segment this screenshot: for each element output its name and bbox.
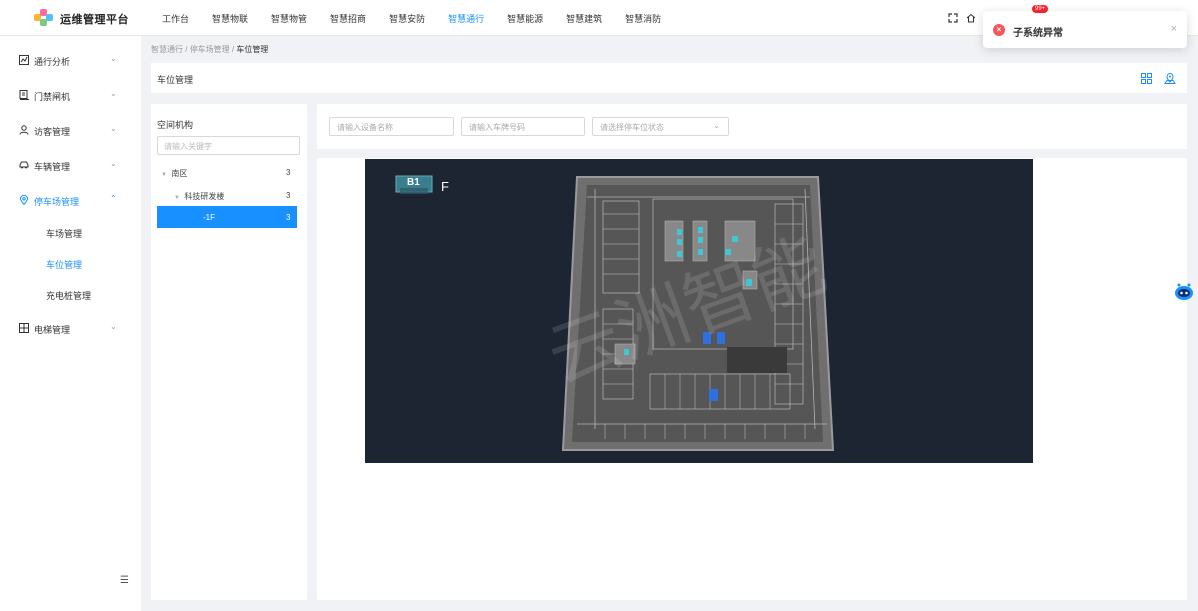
sidebar-item-visitor[interactable]: 访客管理 ⌄ [0, 121, 141, 141]
car-icon [19, 161, 29, 169]
space-tree-panel: 空间机构 请输入关键字 ▼ 南区 3 ▼ 科技研发楼 3 -1F 3 [151, 104, 307, 600]
plate-number-input[interactable]: 请输入车牌号码 [461, 117, 585, 136]
tree-node-label: -1F [203, 213, 215, 222]
nav-workbench[interactable]: 工作台 [162, 12, 189, 25]
nav-investment[interactable]: 智慧招商 [330, 12, 366, 25]
sidebar-item-parking[interactable]: 停车场管理 ⌃ [0, 191, 141, 211]
grid-view-icon[interactable] [1141, 73, 1152, 84]
breadcrumb-item[interactable]: 停车场管理 [190, 45, 230, 54]
notification-badge: 99+ [1032, 5, 1049, 13]
nav-property[interactable]: 智慧物管 [271, 12, 307, 25]
tree-node-south[interactable]: ▼ 南区 [161, 168, 187, 179]
nav-security[interactable]: 智慧安防 [389, 12, 425, 25]
tree-title: 空间机构 [157, 120, 194, 130]
chart-icon [19, 55, 29, 65]
error-toast: × 子系统异常 × [983, 11, 1187, 48]
sidebar-item-label: 门禁闸机 [34, 92, 71, 102]
breadcrumb-current: 车位管理 [236, 45, 269, 54]
tree-node-count: 3 [286, 168, 291, 177]
sidebar-item-label: 通行分析 [34, 57, 71, 67]
sidebar-item-label: 车辆管理 [34, 162, 71, 172]
sidebar-item-vehicle[interactable]: 车辆管理 ⌄ [0, 156, 141, 176]
breadcrumb-item[interactable]: 智慧通行 [151, 45, 183, 54]
sidebar: 通行分析 ⌄ 门禁闸机 ⌄ 访客管理 ⌄ 车辆管理 ⌄ 停车场管理 ⌃ 车场管理… [0, 36, 141, 611]
tree-node-label: 南区 [171, 169, 188, 178]
keyword-search-input[interactable]: 请输入关键字 [157, 136, 300, 155]
page-title: 车位管理 [157, 75, 194, 85]
chevron-down-icon: ⌄ [110, 159, 117, 168]
tree-node-label: 科技研发楼 [184, 192, 225, 201]
tree-node-count: 3 [286, 213, 291, 222]
sidebar-item-label: 停车场管理 [34, 197, 80, 207]
nav-building[interactable]: 智慧建筑 [566, 12, 602, 25]
sidebar-subitem-space[interactable]: 车位管理 [46, 258, 82, 271]
nav-fire[interactable]: 智慧消防 [625, 12, 661, 25]
fullscreen-icon[interactable] [948, 13, 958, 23]
nav-energy[interactable]: 智慧能源 [507, 12, 543, 25]
close-icon[interactable]: × [1171, 23, 1177, 35]
sidebar-subitem-lot[interactable]: 车场管理 [46, 227, 82, 240]
chevron-down-icon: ⌄ [110, 124, 117, 133]
visitor-icon [19, 125, 29, 135]
logo-icon [34, 9, 54, 27]
chevron-down-icon: ⌄ [713, 121, 720, 130]
assistant-robot-icon[interactable] [1174, 283, 1194, 301]
sidebar-item-elevator[interactable]: 电梯管理 ⌄ [0, 319, 141, 339]
error-icon: × [993, 24, 1005, 36]
sidebar-item-traffic-analysis[interactable]: 通行分析 ⌄ [0, 51, 141, 71]
gate-icon [19, 90, 29, 100]
filter-bar: 请输入设备名称 请输入车牌号码 请选择停车位状态 ⌄ [317, 104, 1187, 149]
sidebar-item-label: 电梯管理 [34, 325, 71, 335]
toast-message: 子系统异常 [1013, 28, 1063, 39]
sidebar-subitem-charger[interactable]: 充电桩管理 [46, 289, 91, 302]
nav-access[interactable]: 智慧通行 [448, 12, 484, 25]
nav-iot[interactable]: 智慧物联 [212, 12, 248, 25]
tree-node-building[interactable]: ▼ 科技研发楼 [174, 191, 224, 202]
chevron-up-icon: ⌃ [110, 194, 117, 203]
floor-plan-graphic: 云洲智能 [395, 175, 836, 451]
tree-node-floor-selected[interactable]: -1F 3 [157, 206, 297, 228]
home-icon[interactable] [966, 13, 976, 23]
chevron-down-icon: ⌄ [110, 89, 117, 98]
parking-floor-map[interactable]: 云洲智能 B1 F [365, 159, 1033, 463]
sidebar-item-label: 访客管理 [34, 127, 71, 137]
chevron-down-icon: ⌄ [110, 322, 117, 331]
floor-label: B1 [407, 177, 420, 188]
location-icon [19, 195, 29, 205]
map-panel: 云洲智能 B1 F [317, 158, 1187, 600]
select-placeholder: 请选择停车位状态 [600, 123, 664, 132]
page-header: 车位管理 [151, 63, 1187, 93]
space-status-select[interactable]: 请选择停车位状态 ⌄ [592, 117, 729, 136]
grid-icon [19, 323, 29, 333]
floor-suffix: F [441, 179, 449, 194]
map-view-icon[interactable] [1164, 72, 1176, 84]
chevron-down-icon: ⌄ [110, 54, 117, 63]
collapse-menu-icon[interactable]: ☰ [120, 575, 129, 586]
app-title: 运维管理平台 [60, 14, 129, 26]
device-name-input[interactable]: 请输入设备名称 [329, 117, 454, 136]
sidebar-item-gate[interactable]: 门禁闸机 ⌄ [0, 86, 141, 106]
breadcrumb: 智慧通行 / 停车场管理 / 车位管理 [151, 44, 268, 55]
top-nav: 工作台 智慧物联 智慧物管 智慧招商 智慧安防 智慧通行 智慧能源 智慧建筑 智… [162, 12, 684, 25]
tree-node-count: 3 [286, 191, 291, 200]
